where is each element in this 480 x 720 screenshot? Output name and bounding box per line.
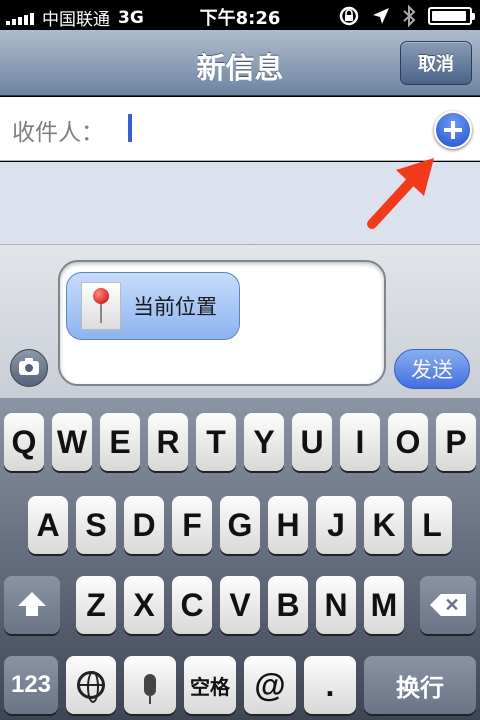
recipient-input[interactable] [128, 114, 132, 142]
key-c[interactable]: C [172, 576, 212, 634]
location-arrow-icon [373, 8, 389, 24]
backspace-key[interactable]: ✕ [420, 576, 476, 634]
map-pin-icon [81, 282, 121, 330]
at-key[interactable]: @ [244, 656, 296, 714]
camera-button[interactable] [10, 349, 48, 387]
key-p[interactable]: P [436, 413, 476, 471]
compose-area: 当前位置 发送 [0, 244, 480, 398]
key-h[interactable]: H [268, 496, 308, 554]
shift-arrow-icon [18, 592, 46, 616]
numbers-key[interactable]: 123 [4, 656, 58, 714]
key-b[interactable]: B [268, 576, 308, 634]
annotation-arrow-icon [367, 158, 434, 229]
space-key[interactable]: 空格 [184, 656, 236, 714]
key-q[interactable]: Q [4, 413, 44, 471]
key-d[interactable]: D [124, 496, 164, 554]
key-m[interactable]: M [364, 576, 404, 634]
globe-icon [77, 671, 105, 703]
key-x[interactable]: X [124, 576, 164, 634]
backspace-icon: ✕ [430, 594, 466, 616]
status-bar: 中国联通 3G 下午8:26 [0, 0, 480, 30]
globe-key[interactable] [66, 656, 116, 714]
key-w[interactable]: W [52, 413, 92, 471]
return-key[interactable]: 换行 [364, 656, 476, 714]
key-f[interactable]: F [172, 496, 212, 554]
add-recipient-button[interactable] [434, 111, 472, 149]
message-input[interactable]: 当前位置 [58, 260, 386, 386]
attachment-label: 当前位置 [133, 295, 217, 319]
key-y[interactable]: Y [244, 413, 284, 471]
key-o[interactable]: O [388, 413, 428, 471]
battery-icon [428, 7, 475, 25]
key-g[interactable]: G [220, 496, 260, 554]
keyboard: Q W E R T Y U I O P A S D F G H J K L Z … [0, 398, 480, 720]
rotation-lock-icon [339, 6, 359, 26]
key-e[interactable]: E [100, 413, 140, 471]
key-z[interactable]: Z [76, 576, 116, 634]
dictation-key[interactable] [124, 656, 176, 714]
navigation-bar: 新信息 取消 [0, 30, 480, 96]
key-v[interactable]: V [220, 576, 260, 634]
key-n[interactable]: N [316, 576, 356, 634]
key-r[interactable]: R [148, 413, 188, 471]
key-s[interactable]: S [76, 496, 116, 554]
cancel-button[interactable]: 取消 [400, 41, 472, 85]
key-j[interactable]: J [316, 496, 356, 554]
key-a[interactable]: A [28, 496, 68, 554]
key-i[interactable]: I [340, 413, 380, 471]
shift-key[interactable] [4, 576, 60, 634]
microphone-icon [144, 674, 156, 704]
key-t[interactable]: T [196, 413, 236, 471]
current-location-attachment[interactable]: 当前位置 [66, 272, 240, 340]
key-u[interactable]: U [292, 413, 332, 471]
bluetooth-icon [403, 5, 416, 27]
camera-icon [19, 358, 39, 375]
key-k[interactable]: K [364, 496, 404, 554]
recipient-label: 收件人： [12, 120, 104, 146]
send-button[interactable]: 发送 [394, 349, 470, 389]
period-key[interactable]: . [304, 656, 356, 714]
key-l[interactable]: L [412, 496, 452, 554]
